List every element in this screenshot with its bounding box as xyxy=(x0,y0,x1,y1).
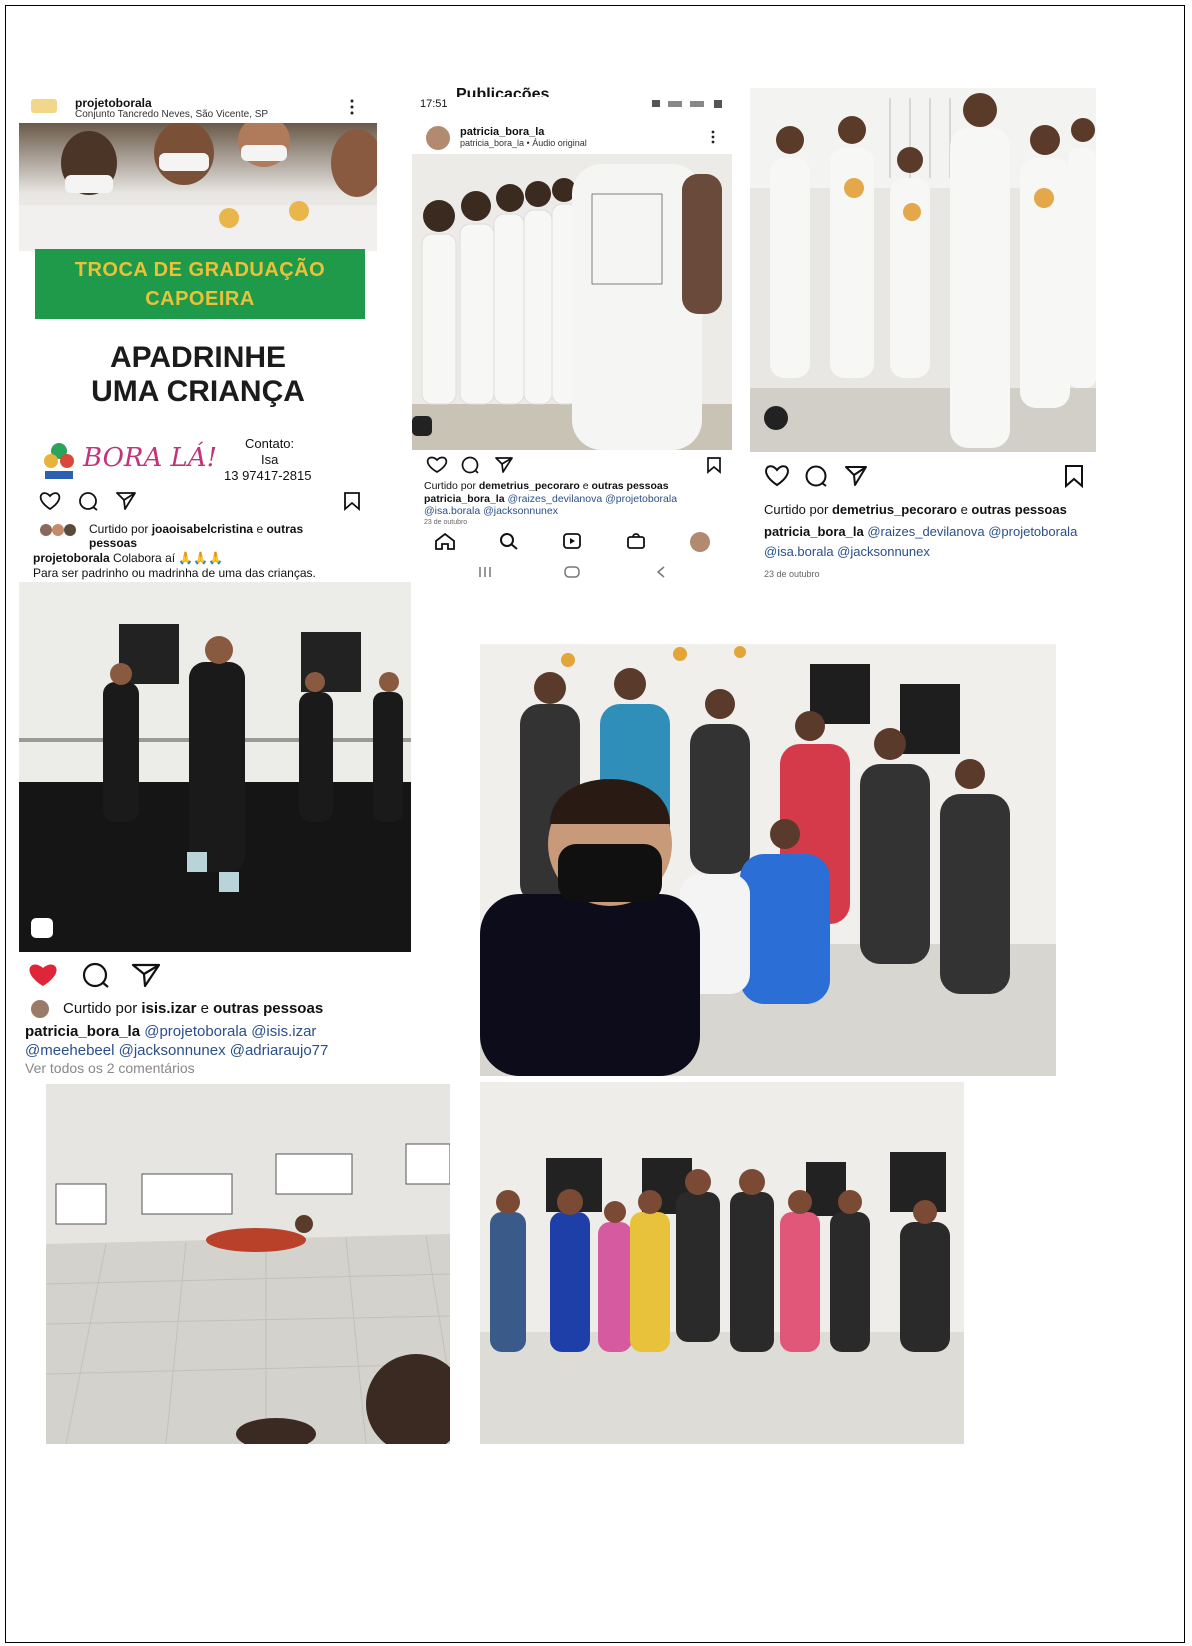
liked-prefix: Curtido por xyxy=(63,1000,138,1017)
view-comments-link[interactable]: Ver todos os 2 comentários xyxy=(25,1060,195,1076)
liked-user[interactable]: demetrius_pecoraro xyxy=(832,502,957,517)
post-audio-subtitle[interactable]: patricia_bora_la • Áudio original xyxy=(460,138,587,148)
contact-label: Contato: xyxy=(245,436,295,451)
caption-tags-line2[interactable]: @isa.borala @jacksonnunex xyxy=(424,505,558,517)
like-heart-filled-icon[interactable] xyxy=(27,962,59,988)
caption-user[interactable]: patricia_bora_la xyxy=(424,493,505,505)
avatar[interactable] xyxy=(426,126,450,150)
caption: patricia_bora_la @projetoborala @isis.iz… xyxy=(25,1023,316,1040)
comment-icon[interactable] xyxy=(460,456,480,474)
headline-line2: UMA CRIANÇA xyxy=(91,375,305,408)
liker-avatar[interactable] xyxy=(31,1000,49,1018)
more-options-icon[interactable] xyxy=(349,99,355,115)
contact-phone: 13 97417-2815 xyxy=(224,468,312,483)
banner-line1: TROCA DE GRADUAÇÃO xyxy=(74,259,326,281)
caption: patricia_bora_la @raizes_devilanova @pro… xyxy=(424,493,677,505)
caption-user[interactable]: projetoborala xyxy=(33,551,110,565)
banner-troca-graduacao: TROCA DE GRADUAÇÃO CAPOEIRA xyxy=(35,249,365,319)
status-bar-icons xyxy=(652,99,726,109)
like-heart-icon[interactable] xyxy=(764,464,790,488)
post-capoeira-screenshot: 17:51 Publicações patricia_bora_la patri… xyxy=(412,86,732,583)
banner-line2: CAPOEIRA xyxy=(145,288,255,310)
liked-suffix[interactable]: outras pessoas xyxy=(971,502,1066,517)
like-heart-icon[interactable] xyxy=(426,456,448,474)
liker-avatars xyxy=(39,523,87,537)
post-username[interactable]: projetoborala xyxy=(75,96,152,110)
caption: patricia_bora_la @raizes_devilanova @pro… xyxy=(764,524,1077,539)
post-date: 23 de outubro xyxy=(424,519,468,526)
profile-avatar[interactable] xyxy=(690,532,710,552)
android-back-icon[interactable] xyxy=(656,566,666,578)
document-page: projetoborala Conjunto Tancredo Neves, S… xyxy=(5,5,1185,1643)
caption-text: Colabora aí 🙏🙏🙏 xyxy=(113,551,224,565)
share-send-icon[interactable] xyxy=(115,491,137,511)
liked-by-text[interactable]: Curtido por demetrius_pecoraro e outras … xyxy=(764,502,1067,517)
post-photo-dance-class xyxy=(19,582,411,952)
liked-mid: e xyxy=(200,1000,209,1017)
caption-user[interactable]: patricia_bora_la xyxy=(25,1023,140,1040)
more-options-icon[interactable] xyxy=(710,130,716,144)
liked-mid: e xyxy=(960,502,968,517)
like-heart-icon[interactable] xyxy=(39,491,61,511)
caption-tags[interactable]: @raizes_devilanova @projetoborala xyxy=(867,524,1077,539)
avatar[interactable] xyxy=(31,99,57,113)
search-icon[interactable] xyxy=(499,532,519,550)
photo-group-selfie xyxy=(480,644,1056,1076)
android-recents-icon[interactable] xyxy=(478,566,492,578)
post-dance-class: Curtido por isis.izar e outras pessoas p… xyxy=(19,582,419,1076)
android-home-icon[interactable] xyxy=(564,566,580,578)
borala-logo-icon xyxy=(41,441,77,481)
liked-suffix[interactable]: outras xyxy=(266,522,303,536)
post-photo-capoeira-group xyxy=(750,88,1096,452)
liked-suffix-line2[interactable]: pessoas xyxy=(89,536,137,550)
liked-by-text[interactable]: Curtido por isis.izar e outras pessoas xyxy=(63,1000,323,1017)
reels-icon[interactable] xyxy=(562,532,582,550)
liked-suffix[interactable]: outras pessoas xyxy=(213,1000,323,1017)
liked-prefix: Curtido por xyxy=(89,522,149,536)
liked-by-text[interactable]: Curtido por demetrius_pecoraro e outras … xyxy=(424,480,669,492)
save-bookmark-icon[interactable] xyxy=(706,456,722,474)
post-photo-children xyxy=(19,123,377,251)
comment-icon[interactable] xyxy=(81,962,111,988)
save-bookmark-icon[interactable] xyxy=(343,491,361,511)
liked-user[interactable]: joaoisabelcristina xyxy=(152,522,253,536)
home-icon[interactable] xyxy=(434,532,456,550)
share-send-icon[interactable] xyxy=(131,962,161,988)
share-send-icon[interactable] xyxy=(494,456,514,474)
photo-costume-party xyxy=(480,1082,964,1444)
post-photo-capoeira-line xyxy=(412,154,732,450)
caption-line2: Para ser padrinho ou madrinha de uma das… xyxy=(33,566,316,580)
save-bookmark-icon[interactable] xyxy=(1064,464,1084,488)
contact-name: Isa xyxy=(261,452,279,467)
liked-prefix: Curtido por xyxy=(424,480,476,492)
liked-user[interactable]: demetrius_pecoraro xyxy=(479,480,580,492)
post-username[interactable]: patricia_bora_la xyxy=(460,126,544,138)
caption-tags-line2[interactable]: @meehebeel @jacksonnunex @adriaraujo77 xyxy=(25,1042,328,1059)
status-time: 17:51 xyxy=(420,98,448,110)
liked-prefix: Curtido por xyxy=(764,502,829,517)
header-publicacoes: Publicações xyxy=(456,86,550,97)
post-capoeira-group: Curtido por demetrius_pecoraro e outras … xyxy=(750,88,1100,588)
caption: projetoborala Colabora aí 🙏🙏🙏 xyxy=(33,551,223,565)
liked-user[interactable]: isis.izar xyxy=(141,1000,196,1017)
headline-line1: APADRINHE xyxy=(109,341,287,374)
shop-icon[interactable] xyxy=(626,532,646,550)
liked-by-text[interactable]: Curtido por joaoisabelcristina e outras xyxy=(89,522,303,536)
post-apadrinhe: projetoborala Conjunto Tancredo Neves, S… xyxy=(19,91,377,581)
post-date: 23 de outubro xyxy=(764,569,820,579)
caption-tags[interactable]: @raizes_devilanova @projetoborala xyxy=(507,493,677,505)
liked-suffix[interactable]: outras pessoas xyxy=(592,480,669,492)
post-location[interactable]: Conjunto Tancredo Neves, São Vicente, SP xyxy=(75,109,268,120)
caption-tags[interactable]: @projetoborala @isis.izar xyxy=(144,1023,316,1040)
comment-icon[interactable] xyxy=(77,491,99,511)
caption-tags-line2[interactable]: @isa.borala @jacksonnunex xyxy=(764,544,930,559)
share-send-icon[interactable] xyxy=(844,464,868,488)
brand-name: BORA LÁ! xyxy=(83,443,218,473)
liked-mid: e xyxy=(582,480,589,492)
liked-mid: e xyxy=(256,522,264,536)
comment-icon[interactable] xyxy=(804,464,828,488)
photo-studio-dancer xyxy=(46,1084,450,1444)
caption-user[interactable]: patricia_bora_la xyxy=(764,524,864,539)
